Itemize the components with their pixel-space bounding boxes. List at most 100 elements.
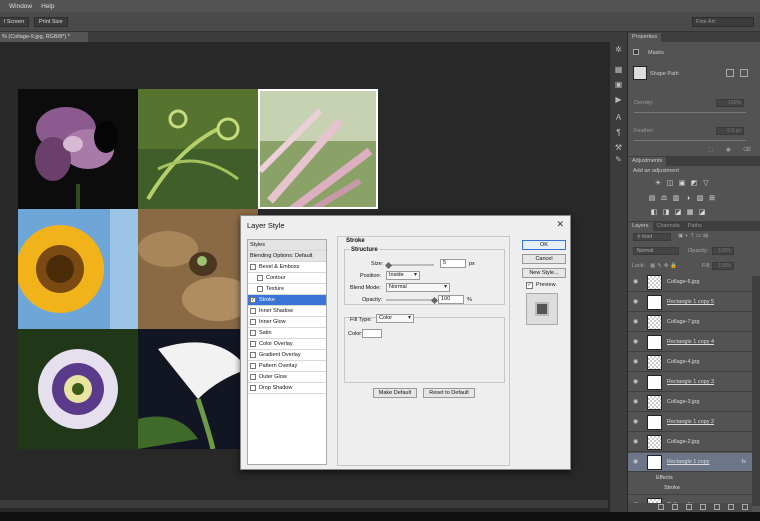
eye-icon[interactable]: ◉ [633,399,641,406]
link-layers-icon[interactable] [658,504,664,510]
style-checkbox[interactable] [250,264,256,270]
brush-icon[interactable]: ✎ [613,154,624,165]
eye-icon[interactable]: ◉ [633,419,641,426]
style-checkbox[interactable] [250,363,256,369]
delete-layer-icon[interactable] [742,504,748,510]
layer-row[interactable]: ◉ Collage-4.jpg [628,353,752,372]
eye-icon[interactable]: ◉ [633,439,641,446]
cancel-button[interactable]: Cancel [522,254,566,264]
tab-paths[interactable]: Paths [683,222,706,231]
make-default-button[interactable]: Make Default [373,388,417,398]
style-item[interactable]: Pattern Overlay [248,361,326,372]
close-icon[interactable]: ✕ [556,219,564,230]
adjustment-icon[interactable]: ▥ [672,195,680,203]
adjustment-icon[interactable]: ◪ [674,209,682,217]
new-style-button[interactable]: New Style... [522,268,566,278]
layer-filter-kind[interactable]: ⚲ Kind [633,233,671,241]
lock-icons[interactable]: ▦✎✥🔒 [650,263,679,269]
adjustment-icon[interactable]: ☀ [654,180,662,188]
layer-name[interactable]: Rectangle 1 copy 3 [667,379,714,385]
layer-name[interactable]: Collage-4.jpg [667,359,699,365]
style-item[interactable]: Satin [248,328,326,339]
eye-icon[interactable]: ◉ [633,359,641,366]
character-icon[interactable]: A [613,112,624,123]
history-icon[interactable]: ✲ [613,44,624,55]
style-item[interactable]: Inner Shadow [248,306,326,317]
fill-type-select[interactable]: Color [376,314,414,323]
fill-field[interactable]: 100% [712,262,734,270]
adjustment-icon[interactable]: ▧ [696,195,704,203]
style-item[interactable]: Drop Shadow [248,383,326,394]
layer-name[interactable]: Rectangle 1 copy 5 [667,299,714,305]
style-checkbox[interactable] [250,308,256,314]
actions-icon[interactable]: ▶ [613,94,624,105]
style-checkbox[interactable]: ✓ [250,297,256,303]
tab-layers[interactable]: Layers [628,222,653,231]
navigator-icon[interactable]: ▣ [613,79,624,90]
style-item[interactable]: Contour [248,273,326,284]
style-item[interactable]: Color Overlay [248,339,326,350]
eye-icon[interactable]: ◉ [633,339,641,346]
blending-options-item[interactable]: Blending Options: Default [248,251,326,262]
eye-icon[interactable]: ◉ [633,379,641,386]
style-item[interactable]: Gradient Overlay [248,350,326,361]
new-layer-icon[interactable] [728,504,734,510]
new-fill-icon[interactable] [700,504,706,510]
layer-filter-icons[interactable]: ▣◐T▭▤ [678,233,710,239]
menu-window[interactable]: Window [9,3,32,10]
layer-effects[interactable]: Effects Stroke [628,473,752,495]
blend-mode-select[interactable]: Normal [633,247,679,255]
tab-channels[interactable]: Channels [652,222,684,231]
style-checkbox[interactable] [250,341,256,347]
eye-icon[interactable]: ◉ [633,279,641,286]
horizontal-scrollbar[interactable] [0,500,608,508]
layer-name[interactable]: Collage-3.jpg [667,399,699,405]
layer-name[interactable]: Rectangle 1 copy 4 [667,339,714,345]
style-item[interactable]: Bevel & Emboss [248,262,326,273]
style-checkbox[interactable] [257,286,263,292]
layer-row[interactable]: ◉ Rectangle 1 copy 3 [628,373,752,392]
style-checkbox[interactable] [250,374,256,380]
size-field[interactable]: 5 [440,259,466,268]
layer-row[interactable]: ◉ Collage-2.jpg [628,433,752,452]
adjustment-icon[interactable]: ◪ [698,209,706,217]
adjustment-icon[interactable]: ◨ [662,209,670,217]
style-checkbox[interactable] [250,319,256,325]
layers-scrollbar[interactable] [752,276,760,506]
paragraph-icon[interactable]: ¶ [613,127,624,138]
adjustment-icon[interactable]: ◑ [684,195,692,203]
style-item[interactable]: Texture [248,284,326,295]
adjustment-icon[interactable]: ▤ [648,195,656,203]
new-group-icon[interactable] [714,504,720,510]
style-item[interactable]: Inner Glow [248,317,326,328]
style-item[interactable]: Outer Glow [248,372,326,383]
effect-stroke[interactable]: Stroke [664,485,680,491]
style-item[interactable]: ✓ Stroke [248,295,326,306]
reset-default-button[interactable]: Reset to Default [423,388,475,398]
eye-icon[interactable]: ◉ [633,319,641,326]
preview-checkbox[interactable]: ✓ [526,282,533,289]
layer-row[interactable]: ◉ Collage-6.jpg [628,273,752,292]
eye-icon[interactable]: ◉ [633,299,641,306]
layer-row[interactable]: ◉ Rectangle 1 copy 5 [628,293,752,312]
adjustment-icon[interactable]: ⚖ [660,195,668,203]
document-tab[interactable]: % (Collage-9.jpg, RGB/8*) * [0,32,88,42]
size-slider[interactable] [386,264,434,266]
layer-row[interactable]: ◉ Rectangle 1 copy 4 [628,333,752,352]
opacity-field[interactable]: 100 [438,295,464,304]
layer-row[interactable]: ◉ Collage-3.jpg [628,393,752,412]
adjustment-icon[interactable]: ▦ [686,209,694,217]
adjustment-icon[interactable]: ◩ [690,180,698,188]
menu-help[interactable]: Help [41,3,54,10]
style-checkbox[interactable] [250,385,256,391]
blend-mode-select[interactable]: Normal [386,283,450,292]
layer-opacity-field[interactable]: 100% [712,247,734,255]
eye-icon[interactable]: ◉ [633,459,641,466]
print-size-button[interactable]: Print Size [34,17,68,27]
adjustment-icon[interactable]: ◫ [666,180,674,188]
opacity-slider[interactable] [386,299,434,301]
add-style-icon[interactable] [672,504,678,510]
layer-name[interactable]: Rectangle 1 copy [667,459,710,465]
ok-button[interactable]: OK [522,240,566,250]
adjustment-icon[interactable]: ⊞ [708,195,716,203]
